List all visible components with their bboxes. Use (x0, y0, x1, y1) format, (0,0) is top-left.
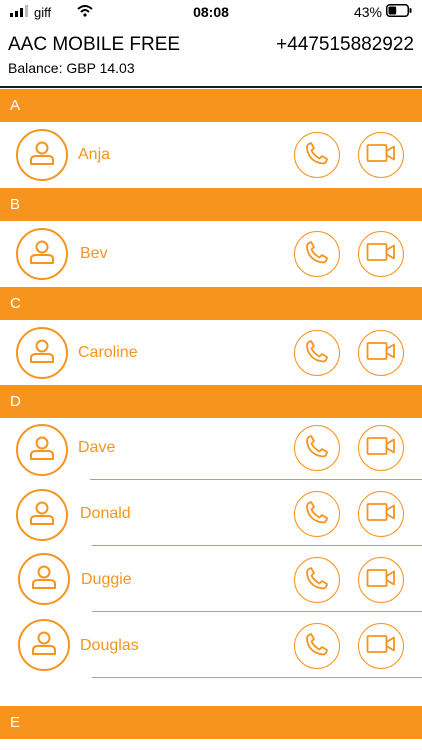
section-header-b: B (0, 188, 422, 221)
row-divider (90, 479, 422, 480)
section-letter: C (10, 295, 21, 312)
account-balance: Balance: GBP 14.03 (8, 60, 135, 76)
contact-row[interactable]: Donald (0, 482, 422, 548)
person-icon (28, 139, 56, 172)
contact-row[interactable]: Douglas (0, 614, 422, 680)
contact-row[interactable]: Caroline (0, 320, 422, 386)
person-icon (30, 629, 58, 662)
person-icon (28, 499, 56, 532)
video-call-button[interactable] (358, 231, 404, 277)
section-header-d: D (0, 385, 422, 418)
contact-row[interactable]: Anja (0, 122, 422, 188)
section-header-e: E (0, 706, 422, 739)
video-camera-icon (366, 241, 396, 268)
video-call-button[interactable] (358, 623, 404, 669)
contact-name: Caroline (78, 344, 138, 361)
video-camera-icon (366, 340, 396, 367)
phone-icon (304, 338, 330, 369)
contact-name: Donald (80, 505, 131, 522)
row-divider (92, 545, 422, 546)
contact-name: Douglas (80, 637, 139, 654)
video-call-button[interactable] (358, 491, 404, 537)
row-divider (92, 677, 422, 678)
section-header-c: C (0, 287, 422, 320)
contact-name: Bev (80, 245, 108, 262)
video-call-button[interactable] (358, 557, 404, 603)
row-divider (92, 611, 422, 612)
call-button[interactable] (294, 623, 340, 669)
status-bar: giff 08:08 43% (0, 0, 422, 26)
avatar (18, 619, 70, 671)
person-icon (30, 563, 58, 596)
section-letter: B (10, 196, 21, 213)
contact-row[interactable]: Bev (0, 221, 422, 287)
video-call-button[interactable] (358, 330, 404, 376)
battery-icon (386, 4, 412, 20)
call-button[interactable] (294, 425, 340, 471)
call-button[interactable] (294, 491, 340, 537)
call-button[interactable] (294, 231, 340, 277)
avatar (16, 327, 68, 379)
app-header: AAC MOBILE FREE +447515882922 Balance: G… (0, 26, 422, 88)
phone-icon (304, 239, 330, 270)
section-letter: D (10, 393, 21, 410)
video-camera-icon (366, 435, 396, 462)
phone-icon (304, 565, 330, 596)
avatar (16, 424, 68, 476)
call-button[interactable] (294, 557, 340, 603)
account-phone-number: +447515882922 (276, 34, 414, 55)
battery-percent: 43% (353, 4, 382, 20)
person-icon (28, 238, 56, 271)
call-button[interactable] (294, 132, 340, 178)
contact-name: Dave (78, 439, 116, 456)
video-camera-icon (366, 501, 396, 528)
call-button[interactable] (294, 330, 340, 376)
video-call-button[interactable] (358, 425, 404, 471)
contact-row[interactable]: Dave (0, 417, 422, 483)
section-header-a: A (0, 89, 422, 122)
phone-icon (304, 433, 330, 464)
person-icon (28, 434, 56, 467)
app-title: AAC MOBILE FREE (8, 34, 181, 55)
phone-icon (304, 499, 330, 530)
video-call-button[interactable] (358, 132, 404, 178)
contact-row[interactable]: Duggie (0, 548, 422, 614)
avatar (16, 129, 68, 181)
contact-name: Anja (78, 146, 111, 163)
person-icon (28, 337, 56, 370)
video-camera-icon (366, 633, 396, 660)
section-letter: A (10, 97, 21, 114)
contact-name: Duggie (81, 571, 132, 588)
video-camera-icon (366, 567, 396, 594)
phone-icon (304, 140, 330, 171)
phone-icon (304, 631, 330, 662)
status-right: 43% (354, 4, 412, 20)
video-camera-icon (366, 142, 396, 169)
avatar (18, 553, 70, 605)
avatar (16, 489, 68, 541)
section-letter: E (10, 714, 21, 731)
avatar (16, 228, 68, 280)
